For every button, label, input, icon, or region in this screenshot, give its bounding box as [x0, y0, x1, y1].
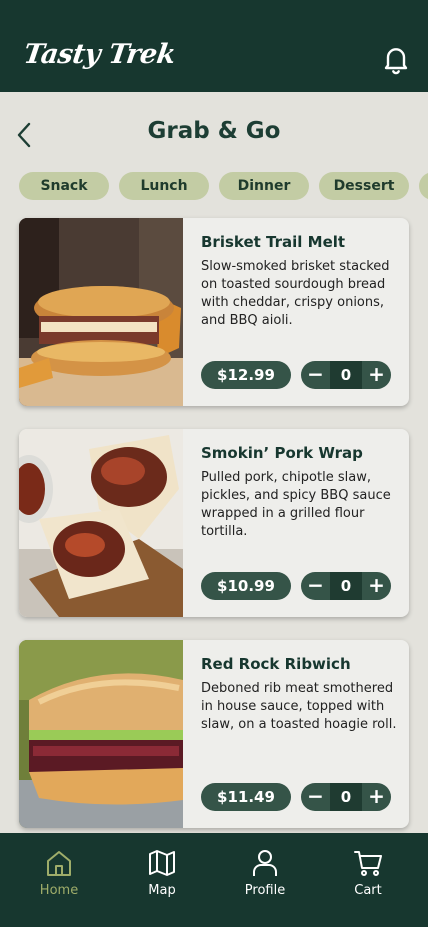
price-badge: $11.49	[201, 783, 291, 811]
page-title: Grab & Go	[147, 118, 281, 144]
quantity-value: 0	[330, 361, 362, 389]
nav-label: Cart	[354, 883, 382, 898]
price-badge: $12.99	[201, 361, 291, 389]
nav-map[interactable]: Map	[122, 847, 202, 917]
nav-cart[interactable]: Cart	[328, 847, 408, 917]
item-description: Slow-smoked brisket stacked on toasted s…	[201, 259, 390, 328]
nav-label: Home	[39, 883, 79, 898]
bottom-nav: Home Map Profile Cart	[0, 833, 428, 927]
increase-button[interactable]: +	[362, 361, 391, 389]
ribwich-image	[19, 640, 183, 828]
bell-icon[interactable]	[380, 44, 412, 76]
chip-dessert[interactable]: Dessert	[319, 172, 409, 200]
chip-snack[interactable]: Snack	[19, 172, 109, 200]
map-icon	[149, 850, 175, 876]
quantity-stepper: − 0 +	[301, 783, 391, 811]
item-name: Brisket Trail Melt	[201, 233, 346, 251]
decrease-button[interactable]: −	[301, 572, 330, 600]
increase-button[interactable]: +	[362, 572, 391, 600]
chip-more[interactable]	[419, 172, 428, 200]
menu-item-card[interactable]: Smokin’ Pork Wrap Pulled pork, chipotle …	[19, 429, 409, 617]
item-description: Deboned rib meat smothered in house sauc…	[201, 681, 397, 732]
item-name: Red Rock Ribwich	[201, 655, 351, 673]
item-name: Smokin’ Pork Wrap	[201, 444, 363, 462]
price-badge: $10.99	[201, 572, 291, 600]
quantity-value: 0	[330, 783, 362, 811]
category-chips: Snack Lunch Dinner Dessert	[0, 172, 428, 200]
app-screen: Tasty Trek Grab & Go Snack Lunch Dinner …	[0, 0, 428, 927]
increase-button[interactable]: +	[362, 783, 391, 811]
item-description: Pulled pork, chipotle slaw, pickles, and…	[201, 470, 391, 539]
brisket-melt-image	[19, 218, 183, 406]
menu-item-card[interactable]: Red Rock Ribwich Deboned rib meat smothe…	[19, 640, 409, 828]
nav-home[interactable]: Home	[19, 847, 99, 917]
decrease-button[interactable]: −	[301, 361, 330, 389]
profile-icon	[253, 850, 277, 876]
nav-label: Map	[148, 883, 176, 898]
quantity-stepper: − 0 +	[301, 572, 391, 600]
chip-lunch[interactable]: Lunch	[119, 172, 209, 200]
brand-logo: Tasty Trek	[21, 39, 178, 70]
nav-profile[interactable]: Profile	[225, 847, 305, 917]
menu-item-card[interactable]: Brisket Trail Melt Slow-smoked brisket s…	[19, 218, 409, 406]
home-icon	[47, 851, 71, 876]
cart-icon	[354, 851, 382, 876]
top-bar: Tasty Trek	[0, 0, 428, 92]
chip-dinner[interactable]: Dinner	[219, 172, 309, 200]
nav-label: Profile	[244, 883, 286, 898]
quantity-value: 0	[330, 572, 362, 600]
quantity-stepper: − 0 +	[301, 361, 391, 389]
pork-wrap-image	[19, 429, 183, 617]
decrease-button[interactable]: −	[301, 783, 330, 811]
